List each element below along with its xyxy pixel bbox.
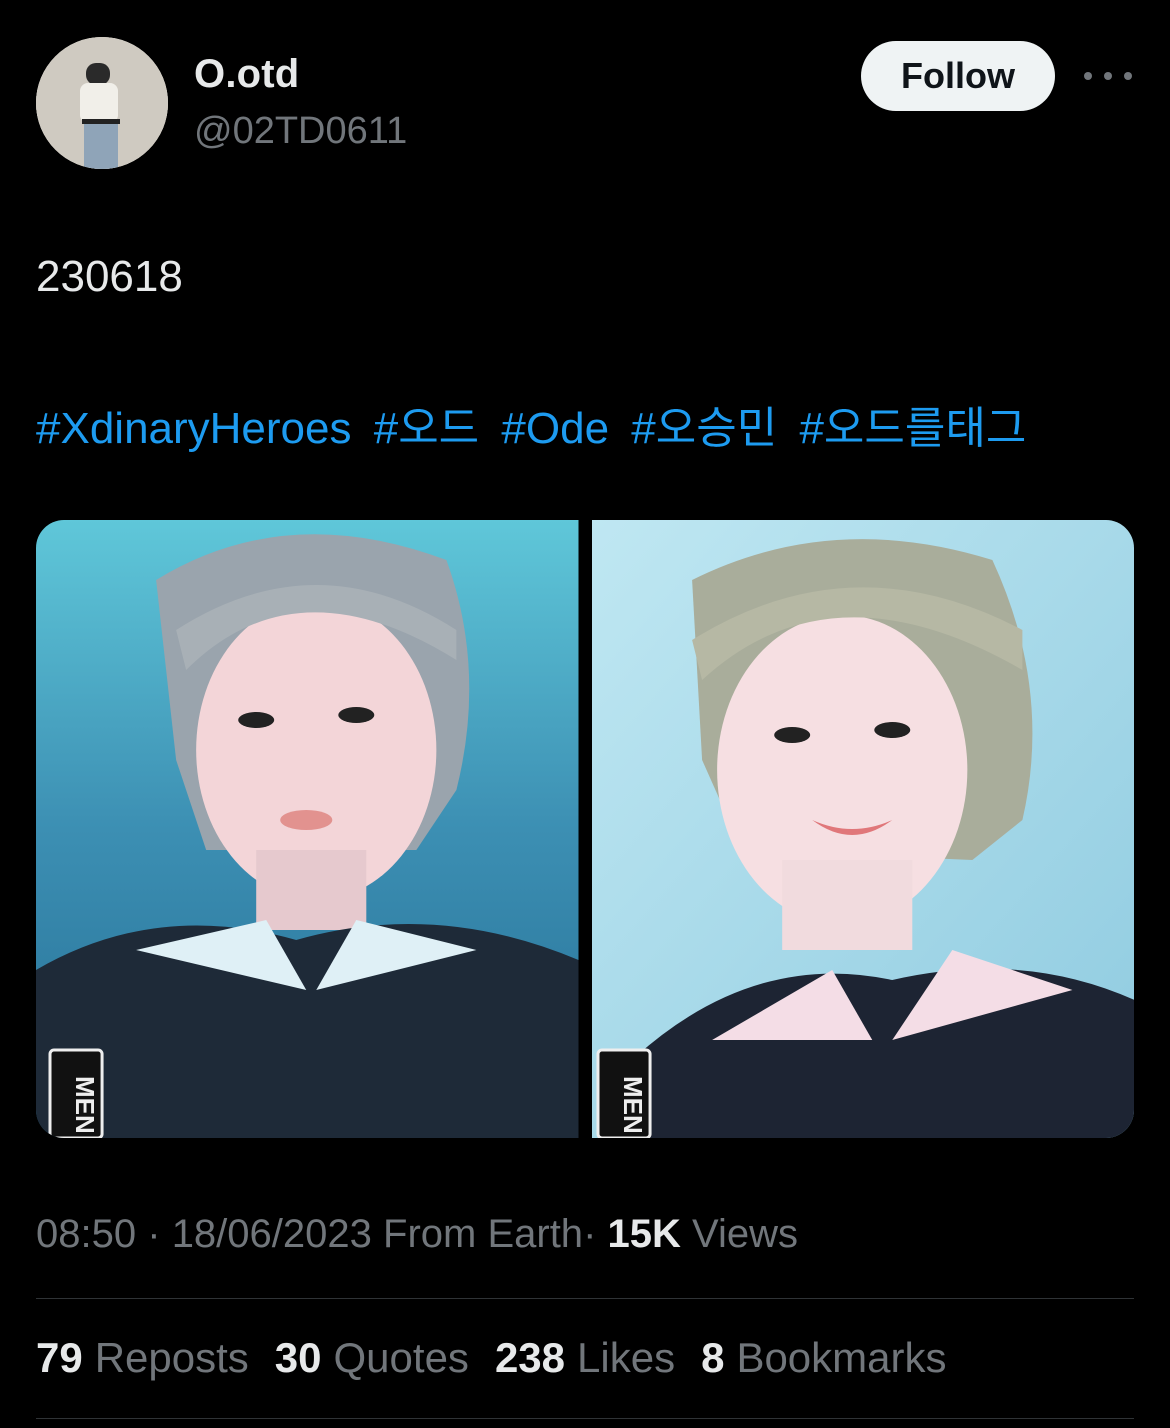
author-display-name[interactable]: O.otd [194,52,299,97]
tweet-date-stamp[interactable]: 18/06/2023 [172,1212,372,1256]
engagement-stats: 79 Reposts 30 Quotes 238 Likes 8 Bookmarks [36,1334,947,1382]
divider [36,1298,1134,1299]
stat-label: Bookmarks [736,1334,947,1381]
stat-likes[interactable]: 238 Likes [495,1334,675,1382]
stat-bookmarks[interactable]: 8 Bookmarks [701,1334,946,1382]
stat-quotes[interactable]: 30 Quotes [275,1334,469,1382]
media-grid: MEN MEN [36,520,1134,1138]
stat-count: 79 [36,1334,83,1381]
stat-label: Quotes [333,1334,469,1381]
tweet-meta: 08:50 · 18/06/2023 From Earth· 15K Views [36,1212,798,1257]
photo-overlay-text: MEN [618,1076,648,1134]
tweet-source: From Earth [383,1212,584,1256]
stat-count: 8 [701,1334,725,1381]
stat-count: 30 [274,1334,322,1381]
hashtag-list: #XdinaryHeroes #오드 #Ode #오승민 #오드를태그 [36,392,1036,456]
avatar[interactable] [36,37,168,169]
stat-label: Reposts [94,1334,249,1381]
views-label: Views [692,1212,799,1256]
views-count: 15K [607,1212,681,1256]
divider [36,1418,1134,1419]
hashtag-link[interactable]: #오드 [374,404,479,453]
stat-count: 238 [494,1334,566,1381]
tweet-photo-1[interactable]: MEN [36,520,579,1138]
more-options-icon[interactable] [1084,60,1132,92]
hashtag-link[interactable]: #XdinaryHeroes [36,404,352,453]
photo-overlay-text: MEN [70,1076,100,1134]
dot [1084,72,1092,80]
avatar-image [36,37,168,169]
tweet-time[interactable]: 08:50 [36,1212,136,1256]
meta-separator: · [583,1212,597,1256]
photo-1-image: MEN [36,520,579,1138]
stat-reposts[interactable]: 79 Reposts [36,1334,249,1382]
hashtag-link[interactable]: #오승민 [631,404,777,453]
hashtag-link[interactable]: #Ode [501,404,609,453]
tweet-photo-2[interactable]: MEN [591,520,1134,1138]
stat-label: Likes [577,1334,676,1381]
dot [1104,72,1112,80]
meta-separator: · [147,1212,161,1256]
follow-button[interactable]: Follow [861,41,1055,111]
hashtag-link[interactable]: #오드를태그 [799,404,1026,453]
tweet-text: 230618 [36,252,183,301]
author-handle[interactable]: @02TD0611 [194,110,407,153]
photo-2-image: MEN [591,520,1134,1138]
dot [1124,72,1132,80]
